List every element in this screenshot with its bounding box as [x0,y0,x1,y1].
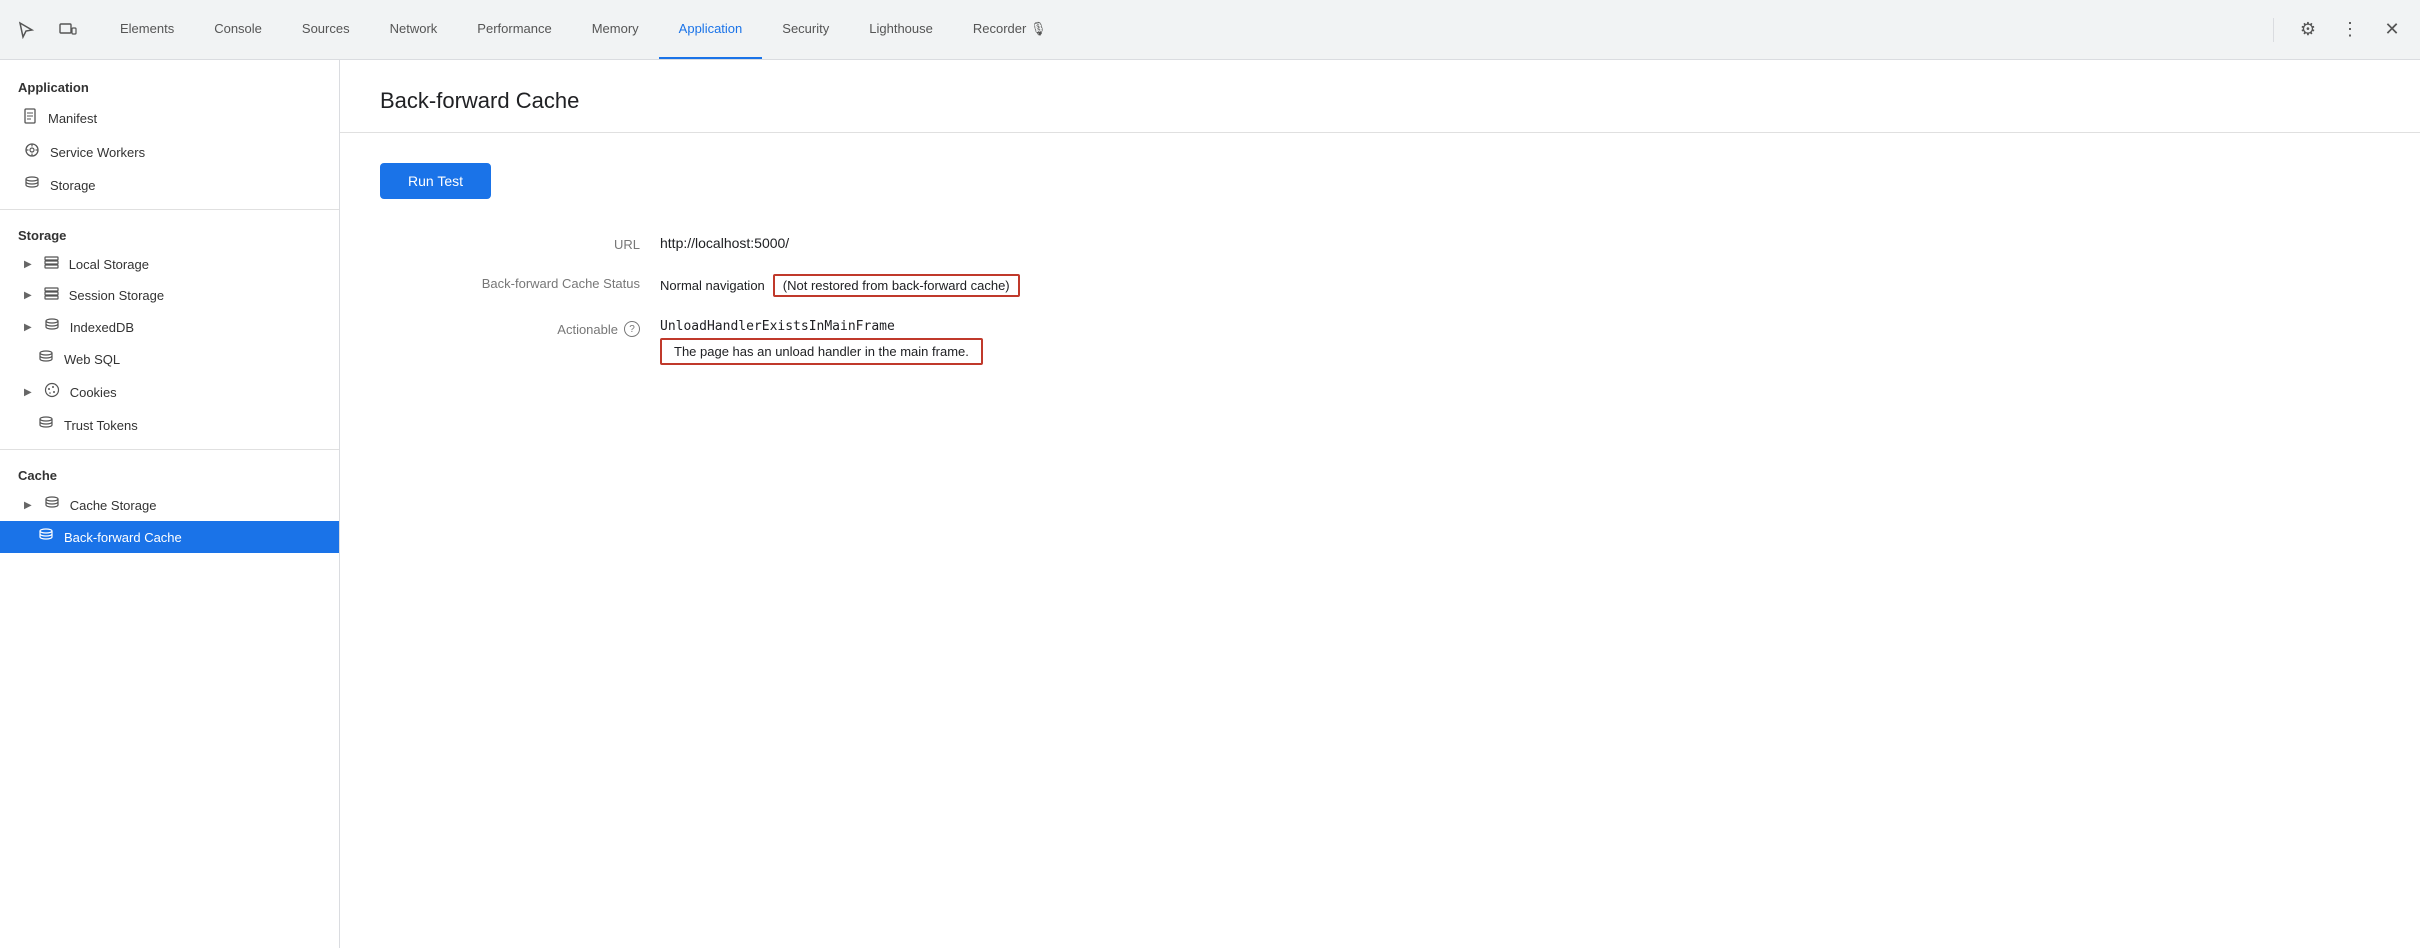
page-title: Back-forward Cache [340,60,2420,133]
sidebar-section-application: Application [0,70,339,101]
storage-label: Storage [50,178,96,193]
sidebar-item-trust-tokens[interactable]: Trust Tokens [0,409,339,441]
main-layout: Application Manifest Service Workers Sto… [0,60,2420,948]
tab-memory[interactable]: Memory [572,0,659,59]
chevron-local-storage: ▶ [24,259,32,270]
cookies-icon [44,382,60,402]
web-sql-label: Web SQL [64,352,120,367]
sidebar-item-cache-storage[interactable]: ▶ Cache Storage [0,489,339,521]
content-area: Back-forward Cache Run Test URL http://l… [340,60,2420,948]
top-bar-right: ⚙ ⋮ ✕ [2292,14,2408,46]
back-forward-cache-label: Back-forward Cache [64,530,182,545]
tab-console[interactable]: Console [194,0,282,59]
trust-tokens-icon [38,416,54,434]
cache-status-value: Normal navigation (Not restored from bac… [660,274,1780,297]
sidebar-item-session-storage[interactable]: ▶ Session Storage [0,280,339,311]
session-storage-icon [44,287,59,304]
device-toggle-icon[interactable] [54,16,82,44]
url-value: http://localhost:5000/ [660,235,1780,251]
help-icon[interactable]: ? [624,321,640,337]
run-test-button[interactable]: Run Test [380,163,491,199]
cache-status-label: Back-forward Cache Status [380,274,660,291]
session-storage-label: Session Storage [69,288,164,303]
settings-icon[interactable]: ⚙ [2292,14,2324,46]
sidebar-item-back-forward-cache[interactable]: Back-forward Cache [0,521,339,553]
indexeddb-label: IndexedDB [70,320,134,335]
trust-tokens-label: Trust Tokens [64,418,138,433]
storage-icon [24,176,40,194]
actionable-description: The page has an unload handler in the ma… [660,338,983,365]
sidebar-item-local-storage[interactable]: ▶ Local Storage [0,249,339,280]
web-sql-icon [38,350,54,368]
tab-recorder[interactable]: Recorder 🎙 [953,0,1067,59]
chevron-indexeddb: ▶ [24,322,32,333]
actionable-code: UnloadHandlerExistsInMainFrame [660,319,983,334]
manifest-icon [24,108,38,128]
local-storage-label: Local Storage [69,257,149,272]
divider-1 [0,209,339,210]
actionable-value: UnloadHandlerExistsInMainFrame The page … [660,319,1780,365]
sidebar-section-storage: Storage [0,218,339,249]
tab-elements[interactable]: Elements [100,0,194,59]
actionable-label-text: Actionable [557,322,618,337]
cursor-icon[interactable] [12,16,40,44]
sidebar: Application Manifest Service Workers Sto… [0,60,340,948]
indexeddb-icon [44,318,60,336]
devtools-icons [12,16,82,44]
tab-sources[interactable]: Sources [282,0,370,59]
tab-security[interactable]: Security [762,0,849,59]
cache-storage-icon [44,496,60,514]
top-bar: Elements Console Sources Network Perform… [0,0,2420,60]
tab-network[interactable]: Network [370,0,458,59]
sidebar-item-indexeddb[interactable]: ▶ IndexedDB [0,311,339,343]
actionable-label-cell: Actionable ? [380,319,660,337]
info-grid: URL http://localhost:5000/ Back-forward … [380,235,1780,365]
content-body: Run Test URL http://localhost:5000/ Back… [340,133,2420,395]
chevron-cache-storage: ▶ [24,500,32,511]
tab-list: Elements Console Sources Network Perform… [100,0,2267,59]
sidebar-item-cookies[interactable]: ▶ Cookies [0,375,339,409]
chevron-session-storage: ▶ [24,290,32,301]
tab-application[interactable]: Application [659,0,763,59]
url-label: URL [380,235,660,252]
cache-storage-label: Cache Storage [70,498,157,513]
cookies-label: Cookies [70,385,117,400]
chevron-cookies: ▶ [24,387,32,398]
manifest-label: Manifest [48,111,97,126]
back-forward-cache-icon [38,528,54,546]
separator [2273,18,2274,42]
sidebar-item-service-workers[interactable]: Service Workers [0,135,339,169]
more-icon[interactable]: ⋮ [2334,14,2366,46]
sidebar-item-manifest[interactable]: Manifest [0,101,339,135]
local-storage-icon [44,256,59,273]
status-not-restored-badge: (Not restored from back-forward cache) [773,274,1020,297]
service-workers-icon [24,142,40,162]
status-normal-text: Normal navigation [660,278,765,293]
close-icon[interactable]: ✕ [2376,14,2408,46]
sidebar-section-cache: Cache [0,458,339,489]
divider-2 [0,449,339,450]
sidebar-item-storage[interactable]: Storage [0,169,339,201]
service-workers-label: Service Workers [50,145,145,160]
tab-performance[interactable]: Performance [457,0,571,59]
sidebar-item-web-sql[interactable]: Web SQL [0,343,339,375]
tab-lighthouse[interactable]: Lighthouse [849,0,953,59]
